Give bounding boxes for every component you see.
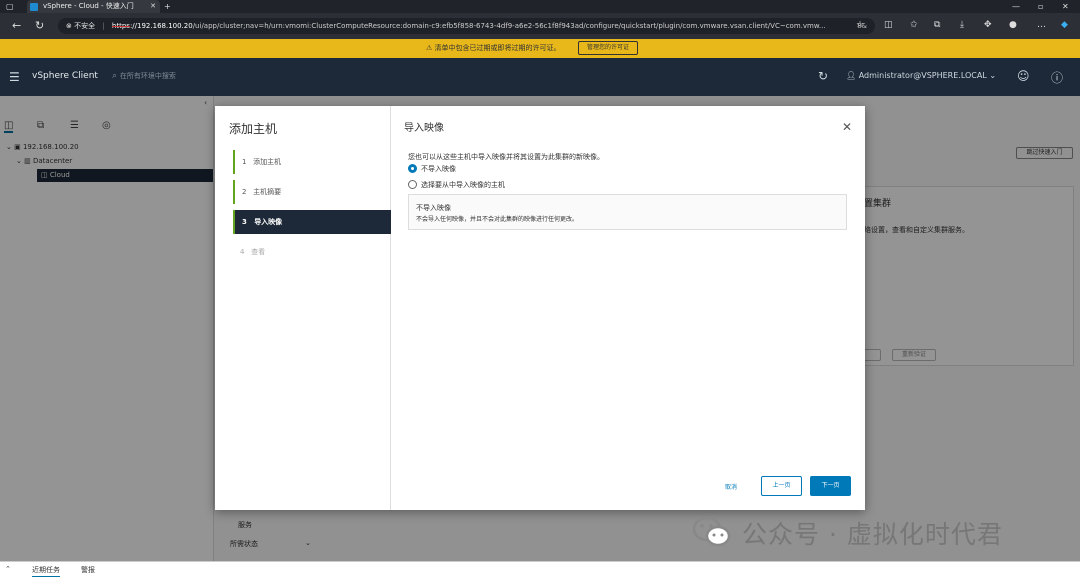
warning-icon: ⚠ [426, 44, 435, 52]
browser-tab[interactable]: vSphere - Cloud - 快速入门 ✕ [27, 0, 160, 13]
step-import-image[interactable]: 3 导入映像 [233, 210, 391, 234]
split-screen-icon[interactable]: ◫ [884, 20, 893, 30]
step-label: 主机摘要 [253, 188, 282, 196]
minimize-icon[interactable]: — [1012, 0, 1020, 13]
radio-no-import[interactable]: 不导入映像 [408, 163, 456, 174]
close-tab-icon[interactable]: ✕ [150, 0, 156, 13]
favorite-star-icon[interactable]: ☆ [856, 20, 864, 30]
help-icon[interactable]: ⓘ [1051, 69, 1063, 86]
new-tab-button[interactable]: + [164, 0, 171, 13]
back-arrow-icon[interactable]: ← [12, 19, 21, 32]
favorites-icon[interactable]: ✩ [910, 20, 918, 30]
copilot-icon[interactable]: ◆ [1061, 20, 1068, 30]
close-icon[interactable]: ✕ [842, 120, 852, 134]
workspaces-icon[interactable]: ▢ [6, 0, 14, 13]
intro-text: 您也可以从这些主机中导入映像并将其设置为此集群的新映像。 [408, 153, 604, 161]
step-number: 4 [240, 248, 245, 256]
close-window-icon[interactable]: ✕ [1062, 0, 1069, 13]
cancel-button[interactable]: 取消 [725, 482, 737, 491]
url-path: /ui/app/cluster;nav=h/urn:vmomi:ClusterC… [192, 22, 826, 30]
hamburger-menu-icon[interactable]: ☰ [9, 70, 20, 84]
global-search[interactable]: ⌕ 在所有环境中搜索 [112, 71, 176, 81]
refresh-icon[interactable]: ↻ [35, 19, 44, 32]
banner-text: 清单中包含已过期或即将过期的许可证。 [434, 44, 561, 52]
step-add-host[interactable]: 1 添加主机 [233, 150, 391, 174]
tab-title: vSphere - Cloud - 快速入门 [43, 2, 134, 10]
bottom-panel-bar: ⌃ 近期任务 警报 [0, 561, 1080, 577]
wechat-logo-icon [692, 516, 731, 547]
license-banner: ⚠ 清单中包含已过期或即将过期的许可证。 管理您的许可证 [0, 39, 1080, 58]
info-description: 不会导入任何映像，并且不会对此集群的映像进行任何更改。 [416, 216, 579, 223]
vsphere-header: ☰ vSphere Client ⌕ 在所有环境中搜索 ↻ 👤︎ Adminis… [0, 58, 1080, 96]
step-label: 添加主机 [253, 158, 282, 166]
extensions-icon[interactable]: ✥ [984, 20, 992, 30]
info-title: 不导入映像 [416, 204, 451, 212]
wizard-title: 添加主机 [229, 122, 278, 136]
manage-licenses-button[interactable]: 管理您的许可证 [578, 41, 638, 55]
chevron-down-icon: ⌄ [986, 71, 997, 80]
feedback-smiley-icon[interactable]: ☺ [1017, 69, 1030, 83]
wizard-content: 导入映像 ✕ 您也可以从这些主机中导入映像并将其设置为此集群的新映像。 不导入映… [391, 106, 865, 510]
radio-select-host-label: 选择要从中导入映像的主机 [421, 181, 505, 189]
search-placeholder: 在所有环境中搜索 [119, 72, 176, 80]
radio-select-host[interactable]: 选择要从中导入映像的主机 [408, 179, 505, 190]
add-host-wizard: 添加主机 1 添加主机 2 主机摘要 3 导入映像 4 查看 导入映像 ✕ 您也… [215, 106, 865, 510]
info-box: 不导入映像 不会导入任何映像，并且不会对此集群的映像进行任何更改。 [408, 194, 847, 230]
user-menu[interactable]: 👤︎ Administrator@VSPHERE.LOCAL ⌄ [846, 71, 996, 80]
refresh-icon[interactable]: ↻ [818, 69, 828, 83]
more-options-icon[interactable]: … [1037, 20, 1046, 30]
user-icon: 👤︎ [846, 71, 859, 80]
not-secure-icon: ⊗ [66, 22, 75, 30]
address-bar-row: ← ↻ ⊗ 不安全 | https://192.168.100.20/ui/ap… [0, 13, 1080, 39]
app-name[interactable]: vSphere Client [32, 71, 98, 81]
step-review: 4 查看 [233, 240, 391, 264]
user-name: Administrator@VSPHERE.LOCAL [858, 71, 987, 80]
step-label: 导入映像 [254, 218, 283, 226]
collections-icon[interactable]: ⧉ [934, 20, 940, 30]
step-number: 1 [242, 158, 247, 166]
step-host-summary[interactable]: 2 主机摘要 [233, 180, 391, 204]
step-number: 3 [242, 218, 247, 226]
profile-avatar[interactable]: ● [1009, 20, 1017, 30]
radio-unselected-icon[interactable] [408, 179, 417, 189]
content-title: 导入映像 [404, 123, 444, 134]
security-warning[interactable]: 不安全 [74, 22, 95, 30]
expand-panel-icon[interactable]: ⌃ [5, 565, 11, 573]
banner-message: ⚠ 清单中包含已过期或即将过期的许可证。 [426, 43, 561, 53]
back-button[interactable]: 上一页 [761, 476, 802, 496]
downloads-icon[interactable]: ⤓ [960, 20, 964, 30]
url-field[interactable]: ⊗ 不安全 | https://192.168.100.20/ui/app/cl… [58, 18, 875, 34]
radio-selected-icon[interactable] [408, 163, 417, 173]
recent-tasks-tab[interactable]: 近期任务 [32, 565, 60, 577]
search-icon: ⌕ [112, 71, 120, 81]
step-label: 查看 [251, 248, 266, 256]
browser-tab-bar: ▢ vSphere - Cloud - 快速入门 ✕ + — ▫ ✕ [0, 0, 1080, 13]
url-divider: | [102, 22, 105, 30]
step-number: 2 [242, 188, 247, 196]
url-host: ://192.168.100.20 [129, 22, 193, 30]
radio-no-import-label: 不导入映像 [421, 165, 456, 173]
url-protocol: https [111, 22, 130, 30]
restore-icon[interactable]: ▫ [1038, 0, 1043, 13]
next-button[interactable]: 下一页 [810, 476, 851, 496]
wizard-steps-nav: 添加主机 1 添加主机 2 主机摘要 3 导入映像 4 查看 [215, 106, 391, 510]
watermark-text: 公众号 · 虚拟化时代君 [742, 520, 1003, 549]
alarms-tab[interactable]: 警报 [81, 565, 95, 575]
vsphere-favicon [30, 3, 38, 11]
